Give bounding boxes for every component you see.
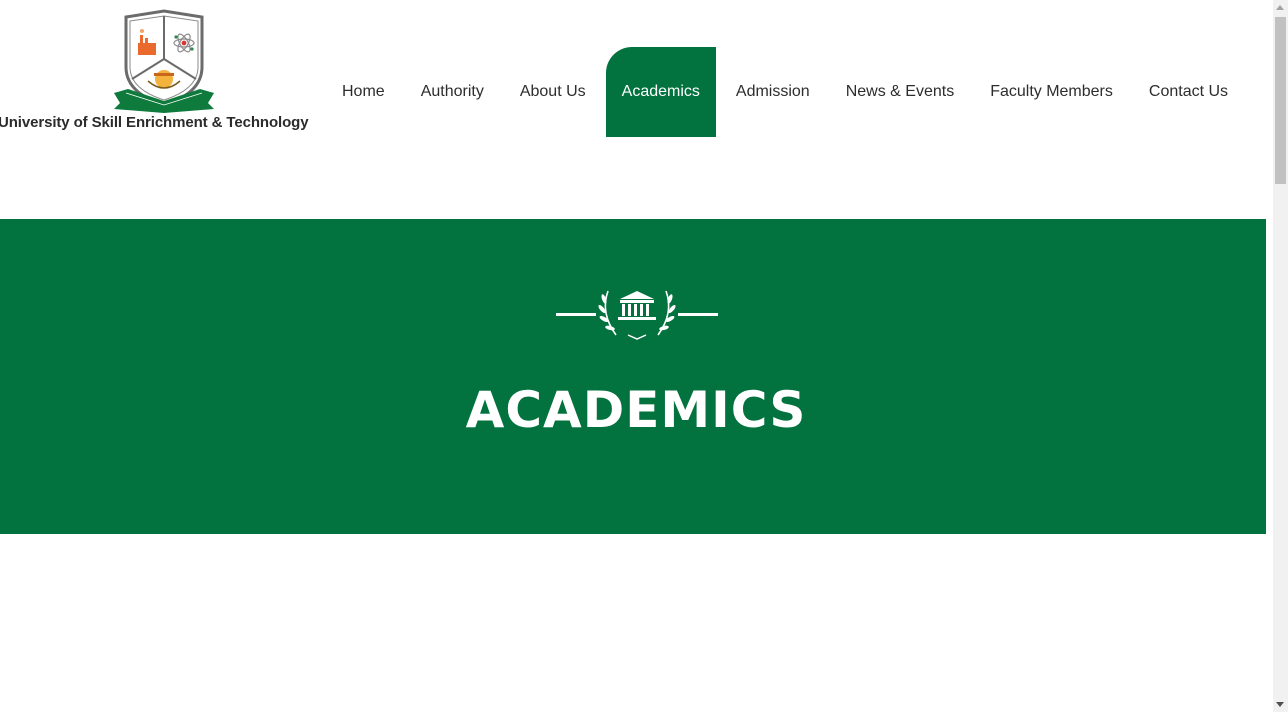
- scroll-thumb[interactable]: [1275, 17, 1286, 184]
- nav-item-academics[interactable]: Academics: [605, 47, 716, 137]
- page-title: ACADEMICS: [465, 381, 807, 439]
- main-nav: Home Authority About Us Academics Admiss…: [324, 47, 1246, 137]
- nav-item-faculty-members[interactable]: Faculty Members: [972, 47, 1131, 137]
- university-crest-icon: [114, 9, 214, 113]
- nav-item-about-us[interactable]: About Us: [502, 47, 604, 137]
- logo-title: University of Skill Enrichment & Technol…: [0, 114, 309, 131]
- site-logo[interactable]: University of Skill Enrichment & Technol…: [0, 6, 320, 136]
- scroll-up-icon[interactable]: [1276, 5, 1284, 10]
- nav-item-authority[interactable]: Authority: [403, 47, 502, 137]
- nav-item-news-events[interactable]: News & Events: [828, 47, 972, 137]
- site-header: University of Skill Enrichment & Technol…: [0, 0, 1273, 219]
- nav-item-contact-us[interactable]: Contact Us: [1131, 47, 1246, 137]
- page: University of Skill Enrichment & Technol…: [0, 0, 1288, 712]
- nav-item-home[interactable]: Home: [324, 47, 403, 137]
- page-banner: ACADEMICS: [0, 219, 1266, 534]
- vertical-scrollbar[interactable]: [1273, 0, 1288, 712]
- institution-laurel-icon: [556, 290, 718, 340]
- nav-item-admission[interactable]: Admission: [718, 47, 828, 137]
- scroll-down-icon[interactable]: [1276, 702, 1284, 707]
